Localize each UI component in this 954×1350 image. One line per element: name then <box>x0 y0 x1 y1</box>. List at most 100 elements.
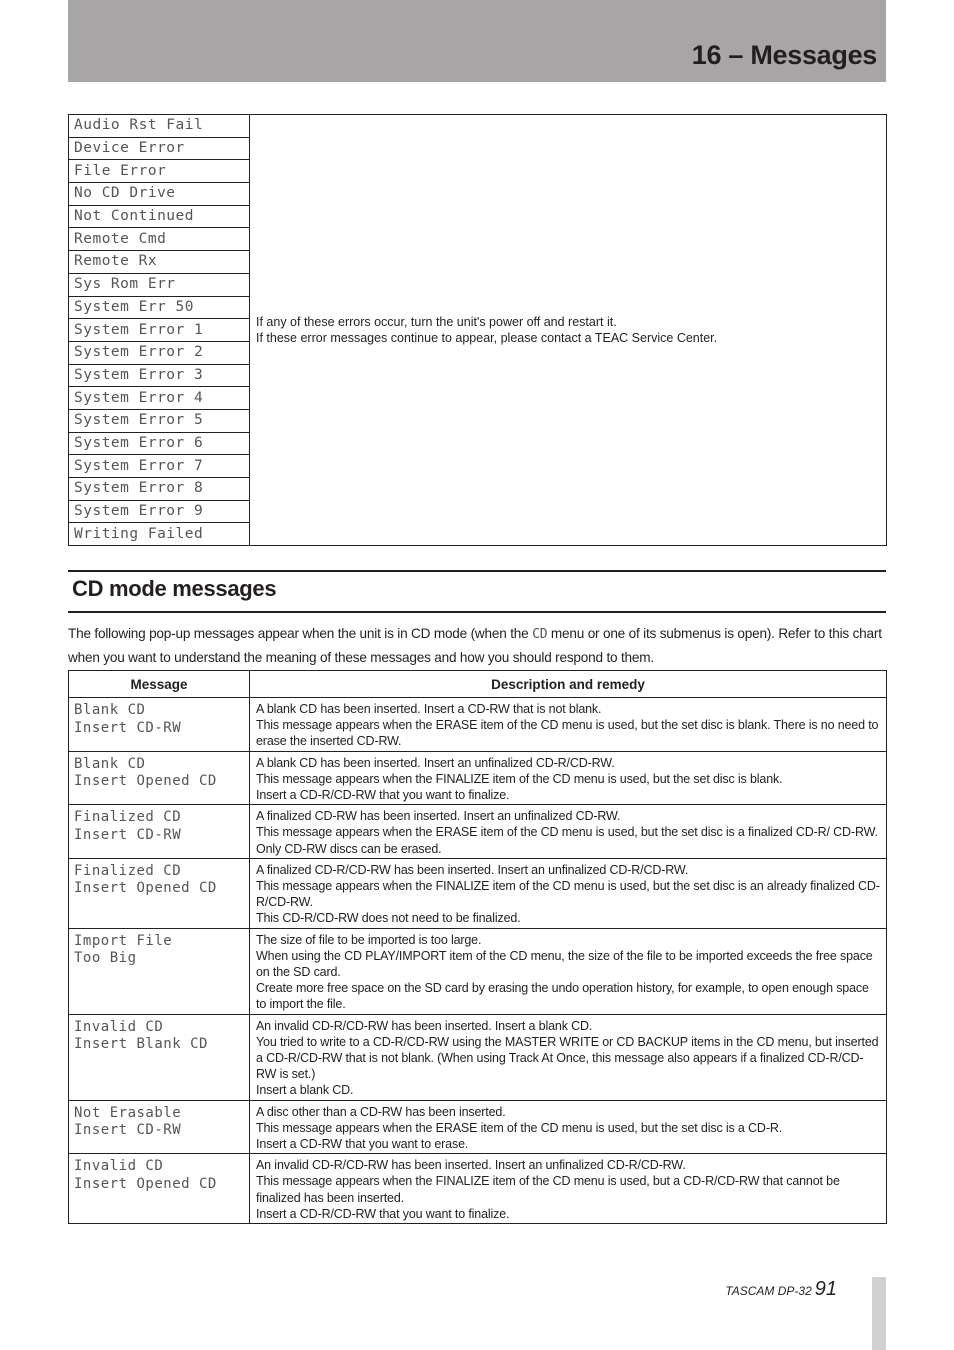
error-message-name: Writing Failed <box>68 522 250 547</box>
error-message-name: System Error 5 <box>68 408 250 433</box>
intro-text-1: The following pop-up messages appear whe… <box>68 626 533 641</box>
description-line: If any of these errors occur, turn the u… <box>256 315 617 330</box>
error-message-name: Not Continued <box>68 204 250 229</box>
table-row: Not Erasable Insert CD-RW A disc other tha… <box>68 1099 887 1155</box>
description-line: This CD-R/CD-RW does not need to be fina… <box>256 911 521 926</box>
description-cell: A finalized CD-R/CD-RW has been inserted… <box>249 857 887 929</box>
table-row: Finalized CD Insert CD-RW A finalized CD-R… <box>68 804 887 859</box>
error-message-name: Remote Cmd <box>68 227 250 252</box>
description-line: This message appears when the FINALIZE i… <box>256 1174 840 1205</box>
description-cell: The size of file to be imported is too l… <box>249 927 887 1015</box>
error-description: If any of these errors occur, turn the u… <box>249 113 887 547</box>
table-row: Audio Rst Fail If any of these errors occ… <box>68 113 887 547</box>
message-line: Too Big <box>74 950 137 967</box>
message-cell: Invalid CD Insert Blank CD <box>68 1013 250 1101</box>
error-message-name: File Error <box>68 159 250 184</box>
error-message-name: System Error 2 <box>68 340 250 365</box>
column-header-message: Message <box>68 670 250 698</box>
description-cell: An invalid CD-R/CD-RW has been inserted.… <box>249 1013 887 1101</box>
error-message-name: System Error 1 <box>68 318 250 342</box>
message-line: Insert CD-RW <box>74 1122 182 1139</box>
description-cell: A disc other than a CD-RW has been inser… <box>249 1099 887 1155</box>
description-line: This message appears when the FINALIZE i… <box>256 879 880 910</box>
message-cell: Import File Too Big <box>68 927 250 1015</box>
description-line: When using the CD PLAY/IMPORT item of th… <box>256 948 873 980</box>
table-row: Blank CD Insert CD-RW A blank CD has been … <box>68 697 887 752</box>
message-line: Invalid CD <box>74 1158 164 1175</box>
description-line: A disc other than a CD-RW has been inser… <box>256 1104 506 1119</box>
message-line: Insert Blank CD <box>74 1036 208 1053</box>
message-cell: Blank CD Insert CD-RW <box>68 697 250 752</box>
error-message-name: Sys Rom Err <box>68 272 250 297</box>
message-line: Blank CD <box>74 755 146 772</box>
error-message-name: System Error 6 <box>68 431 250 456</box>
table-row: Invalid CD Insert Opened CD An invalid CD-… <box>68 1153 887 1225</box>
message-cell: Invalid CD Insert Opened CD <box>68 1153 250 1225</box>
description-line: An invalid CD-R/CD-RW has been inserted.… <box>256 1158 686 1173</box>
description-line: A finalized CD-R/CD-RW has been inserted… <box>256 862 689 877</box>
page-edge-tab <box>872 1277 886 1350</box>
message-line: Insert Opened CD <box>74 773 217 790</box>
message-line: Insert CD-RW <box>74 826 182 843</box>
error-message-name: Audio Rst Fail <box>68 114 250 138</box>
section-top-rule <box>68 570 886 572</box>
error-messages-table: Audio Rst Fail If any of these errors occ… <box>68 113 887 547</box>
error-message-name: System Error 4 <box>68 386 250 410</box>
description-line: If these error messages continue to appe… <box>256 331 718 346</box>
description-line: Only CD-RW discs can be erased. <box>256 841 442 856</box>
error-message-name: System Err 50 <box>68 295 250 320</box>
error-message-name: System Error 9 <box>68 499 250 524</box>
section-intro: The following pop-up messages appear whe… <box>68 622 898 669</box>
message-line: Insert Opened CD <box>74 1175 217 1192</box>
table-row: Invalid CD Insert Blank CD An invalid CD-R… <box>68 1013 887 1101</box>
description-cell: A blank CD has been inserted. Insert a C… <box>249 697 887 752</box>
table-row: Import File Too Big The size of file to be… <box>68 927 887 1015</box>
description-line: Insert a CD-R/CD-RW that you want to fin… <box>256 1206 510 1221</box>
description-line: Create more free space on the SD card by… <box>256 981 869 1012</box>
section-title: CD mode messages <box>72 576 277 601</box>
message-cell: Finalized CD Insert CD-RW <box>68 804 250 859</box>
description-line: This message appears when the ERASE item… <box>256 825 878 840</box>
error-message-name: Remote Rx <box>68 250 250 274</box>
product-name: TASCAM DP-32 <box>725 1284 812 1298</box>
description-line: A blank CD has been inserted. Insert an … <box>256 755 615 770</box>
error-message-name: Device Error <box>68 136 250 161</box>
description-cell: A finalized CD-RW has been inserted. Ins… <box>249 804 887 859</box>
message-line: Finalized CD <box>74 809 182 826</box>
table-row: Finalized CD Insert Opened CD A finalized … <box>68 857 887 929</box>
message-cell: Not Erasable Insert CD-RW <box>68 1099 250 1155</box>
cd-messages-table: Message Description and remedy Blank CD I… <box>68 670 887 1225</box>
message-line: Import File <box>74 932 173 949</box>
description-line: A finalized CD-RW has been inserted. Ins… <box>256 809 621 824</box>
page-number: 91 <box>814 1278 837 1300</box>
description-line: This message appears when the ERASE item… <box>256 1120 783 1135</box>
description-line: Insert a blank CD. <box>256 1083 354 1098</box>
description-cell: A blank CD has been inserted. Insert an … <box>249 750 887 806</box>
error-message-name: No CD Drive <box>68 182 250 206</box>
section-bottom-rule <box>68 611 886 613</box>
description-line: The size of file to be imported is too l… <box>256 932 482 947</box>
description-line: Insert a CD-RW that you want to erase. <box>256 1137 469 1152</box>
description-line: A blank CD has been inserted. Insert a C… <box>256 702 602 716</box>
column-header-description: Description and remedy <box>249 670 887 698</box>
chapter-header: 16 – Messages <box>68 0 886 82</box>
error-message-name: System Error 3 <box>68 363 250 388</box>
table-row: Blank CD Insert Opened CD A blank CD has b… <box>68 750 887 806</box>
error-message-name: System Error 8 <box>68 477 250 501</box>
page-footer: TASCAM DP-32 91 <box>725 1278 837 1301</box>
message-cell: Blank CD Insert Opened CD <box>68 750 250 806</box>
description-line: An invalid CD-R/CD-RW has been inserted.… <box>256 1018 593 1033</box>
message-line: Invalid CD <box>74 1018 164 1035</box>
description-line: This message appears when the ERASE item… <box>256 718 879 749</box>
chapter-title: 16 – Messages <box>691 40 878 70</box>
message-line: Blank CD <box>74 702 146 718</box>
error-message-name: System Error 7 <box>68 454 250 478</box>
description-line: This message appears when the FINALIZE i… <box>256 771 783 786</box>
message-line: Insert Opened CD <box>74 880 217 897</box>
description-line: You tried to write to a CD-R/CD-RW using… <box>256 1034 879 1082</box>
message-line: Finalized CD <box>74 862 182 879</box>
description-line: Insert a CD-R/CD-RW that you want to fin… <box>256 788 510 803</box>
cd-menu-lcd-label: CD <box>532 627 548 642</box>
table-header-row: Message Description and remedy <box>68 670 887 698</box>
description-cell: An invalid CD-R/CD-RW has been inserted.… <box>249 1153 887 1225</box>
